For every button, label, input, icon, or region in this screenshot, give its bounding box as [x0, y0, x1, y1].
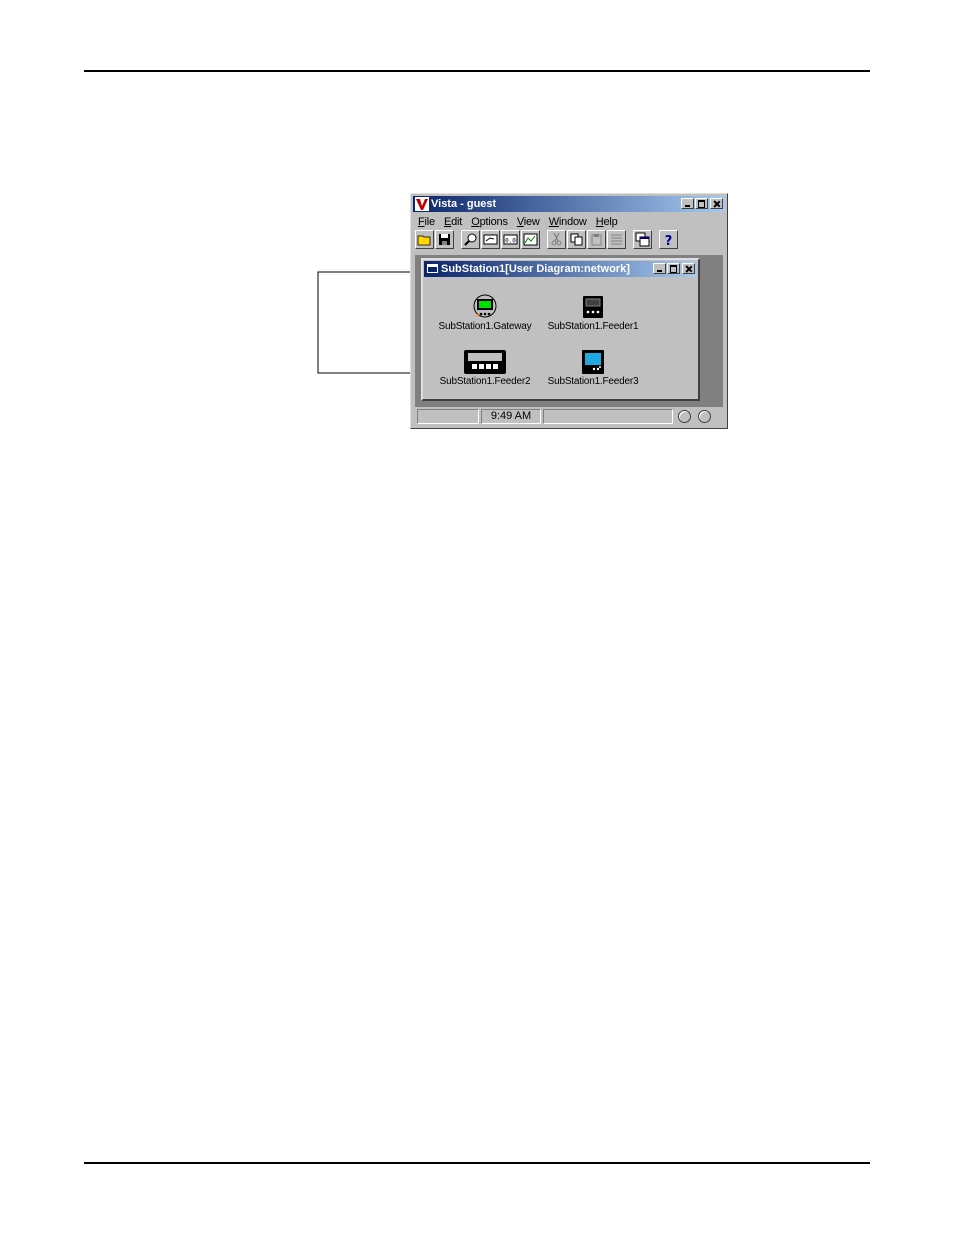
list-icon	[611, 234, 622, 245]
device-label: SubStation1.Gateway	[438, 321, 532, 332]
status-led-icon	[698, 410, 711, 423]
diagram-maximize-button[interactable]	[667, 263, 680, 274]
toolbar: 0.0?	[415, 230, 679, 252]
numeric-icon: 0.0	[503, 234, 518, 245]
close-button[interactable]	[710, 198, 723, 209]
mdi-workspace-right	[699, 255, 723, 407]
diagram-window-icon	[427, 264, 438, 273]
numeric-button[interactable]: 0.0	[501, 230, 520, 249]
menu-file[interactable]: File	[418, 215, 435, 229]
save-button[interactable]	[435, 230, 454, 249]
paste-button[interactable]	[587, 230, 606, 249]
bottom-rule	[84, 1162, 870, 1164]
status-time: 9:49 AM	[481, 409, 541, 424]
svg-text:0.0: 0.0	[505, 238, 516, 245]
menu-window[interactable]: Window	[549, 215, 587, 229]
copy-icon	[570, 233, 583, 246]
chart-icon	[523, 233, 538, 246]
meter-icon	[583, 296, 603, 318]
vista-titlebar[interactable]: Vista - guest	[413, 196, 725, 212]
device-label: SubStation1.Feeder3	[547, 376, 639, 387]
status-panel-left	[417, 409, 479, 424]
help-button[interactable]: ?	[659, 230, 678, 249]
diagram-close-button[interactable]	[682, 263, 695, 274]
vista-window: Vista - guest File Edit Options View Win…	[410, 193, 728, 429]
help-icon: ?	[665, 234, 673, 247]
maximize-button[interactable]	[695, 198, 708, 209]
device-feeder1[interactable]: SubStation1.Feeder1	[543, 294, 643, 332]
paste-icon	[591, 234, 602, 246]
list-button[interactable]	[607, 230, 626, 249]
cascade-button[interactable]	[633, 230, 652, 249]
open-button[interactable]	[415, 230, 434, 249]
svg-text:?: ?	[665, 234, 673, 247]
window-title: Vista - guest	[431, 198, 497, 210]
cut-button[interactable]	[547, 230, 566, 249]
device-label: SubStation1.Feeder1	[547, 321, 639, 332]
save-icon	[439, 234, 450, 245]
status-led-icon	[678, 410, 691, 423]
cut-icon	[551, 232, 562, 246]
gateway-icon	[473, 294, 497, 318]
diagram-window: SubStation1[User Diagram:network] SubSta…	[421, 258, 700, 401]
copy-button[interactable]	[567, 230, 586, 249]
diagram-button[interactable]	[481, 230, 500, 249]
status-panel-main	[543, 409, 673, 424]
device-feeder3[interactable]: SubStation1.Feeder3	[543, 349, 643, 387]
meter-blue-icon	[582, 350, 604, 374]
status-bar: 9:49 AM	[415, 409, 723, 425]
menu-view[interactable]: View	[517, 215, 540, 229]
menu-bar: File Edit Options View Window Help	[415, 215, 621, 229]
find-button[interactable]	[461, 230, 480, 249]
device-feeder2[interactable]: SubStation1.Feeder2	[435, 349, 535, 387]
open-icon	[417, 235, 431, 246]
device-label: SubStation1.Feeder2	[439, 376, 531, 387]
device-gateway[interactable]: SubStation1.Gateway	[435, 294, 535, 332]
diagram-icon	[483, 234, 498, 245]
diagram-titlebar[interactable]: SubStation1[User Diagram:network]	[424, 261, 697, 277]
menu-edit[interactable]: Edit	[444, 215, 462, 229]
find-icon	[464, 233, 477, 246]
display-meter-icon	[464, 350, 506, 374]
cascade-icon	[635, 232, 650, 247]
minimize-button[interactable]	[681, 198, 694, 209]
diagram-title: SubStation1[User Diagram:network]	[441, 263, 630, 275]
menu-help[interactable]: Help	[596, 215, 618, 229]
chart-button[interactable]	[521, 230, 540, 249]
menu-options[interactable]: Options	[471, 215, 508, 229]
vista-logo-icon	[415, 197, 429, 211]
diagram-minimize-button[interactable]	[653, 263, 666, 274]
